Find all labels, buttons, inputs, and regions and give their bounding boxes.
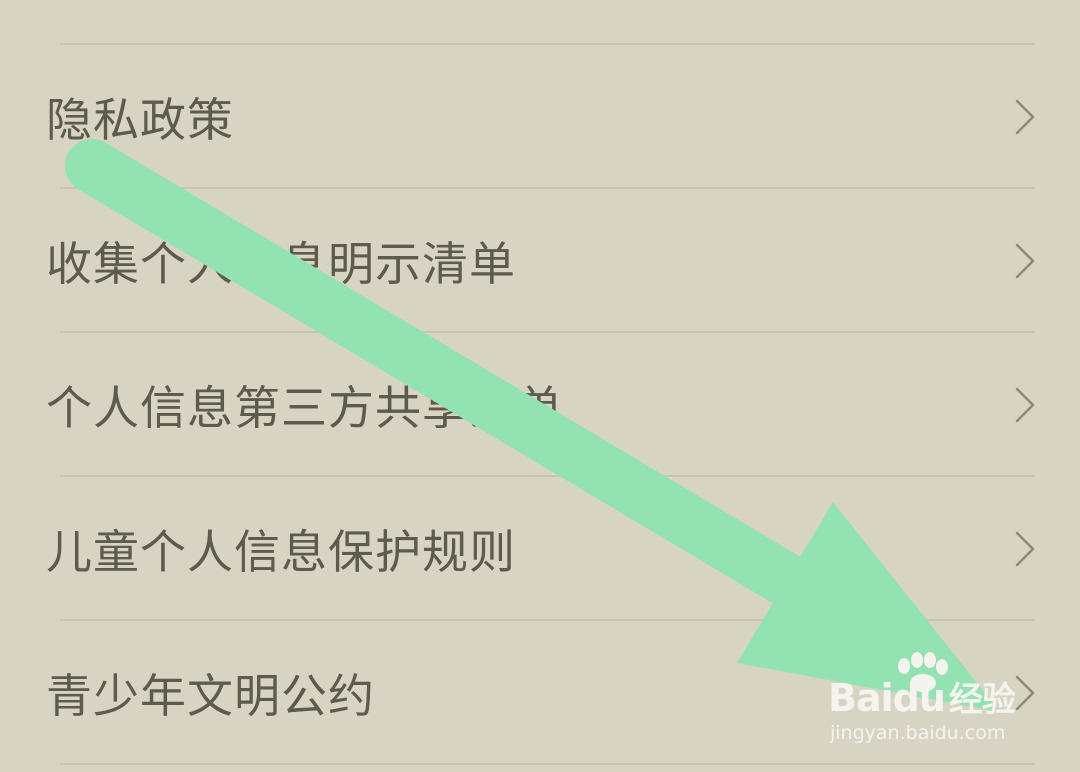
menu-item-label: 隐私政策 [46, 93, 234, 147]
divider [60, 619, 1035, 621]
settings-screen: 隐私政策 收集个人信息明示清单 个人信息第三方共享清单 儿童个人信息保护规则 青… [0, 0, 1080, 772]
menu-item-youth-convention[interactable]: 青少年文明公约 [0, 622, 1080, 764]
menu-item-third-party-sharing[interactable]: 个人信息第三方共享清单 [0, 334, 1080, 476]
chevron-right-icon [1015, 675, 1035, 711]
chevron-right-icon [1015, 99, 1035, 135]
divider [60, 43, 1035, 45]
divider [60, 475, 1035, 477]
menu-item-children-privacy[interactable]: 儿童个人信息保护规则 [0, 478, 1080, 620]
menu-item-label: 个人信息第三方共享清单 [46, 381, 563, 435]
divider [60, 763, 1035, 765]
menu-item-privacy-policy[interactable]: 隐私政策 [0, 46, 1080, 188]
divider [60, 187, 1035, 189]
menu-item-label: 收集个人信息明示清单 [46, 237, 516, 291]
chevron-right-icon [1015, 243, 1035, 279]
menu-item-label: 儿童个人信息保护规则 [46, 525, 516, 579]
chevron-right-icon [1015, 531, 1035, 567]
menu-item-label: 青少年文明公约 [46, 669, 375, 723]
divider [60, 331, 1035, 333]
chevron-right-icon [1015, 387, 1035, 423]
menu-item-personal-info-list[interactable]: 收集个人信息明示清单 [0, 190, 1080, 332]
